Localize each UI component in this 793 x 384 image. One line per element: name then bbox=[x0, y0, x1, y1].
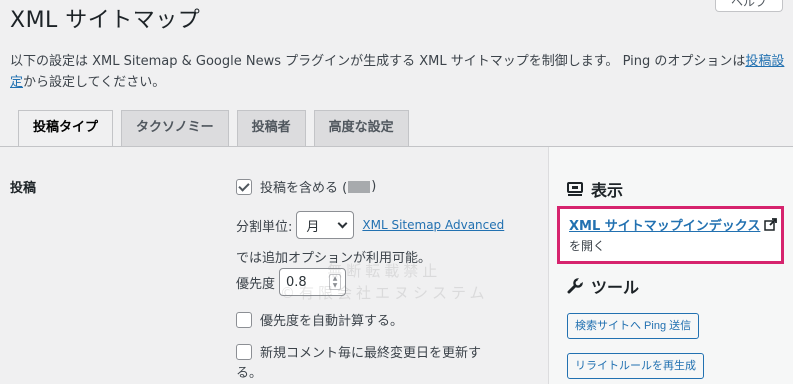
split-option: 分割単位: 月 XML Sitemap Advanced bbox=[236, 211, 504, 239]
update-lastmod-line1: 新規コメント毎に最終変更日を更新す bbox=[260, 346, 482, 361]
tools-heading: ツール bbox=[567, 274, 639, 298]
tab-taxonomies[interactable]: タクソノミー bbox=[121, 110, 229, 146]
intro-text-after: から設定してください。 bbox=[23, 75, 166, 90]
intro-text: 以下の設定は XML Sitemap & Google News プラグインが生… bbox=[10, 51, 793, 93]
screen-icon bbox=[567, 181, 583, 197]
split-select-value: 月 bbox=[306, 219, 320, 235]
tab-authors[interactable]: 投稿者 bbox=[236, 110, 306, 146]
help-tab[interactable]: ヘルプ bbox=[715, 0, 783, 12]
chevron-down-icon bbox=[337, 218, 348, 228]
sitemap-index-highlight: XML サイトマップインデックス を開く bbox=[557, 206, 784, 264]
ping-search-engines-button[interactable]: 検索サイトへ Ping 送信 bbox=[567, 313, 700, 339]
auto-priority-checkbox[interactable] bbox=[236, 311, 252, 328]
page-title: XML サイトマップ bbox=[10, 8, 201, 33]
update-lastmod-checkbox[interactable] bbox=[236, 344, 252, 360]
tab-advanced[interactable]: 高度な設定 bbox=[313, 110, 409, 146]
auto-priority-option[interactable]: 優先度を自動計算する。 bbox=[236, 310, 403, 329]
sidebar: 表示 XML サイトマップインデックス を開く ツール 検索サイトへ Ping … bbox=[548, 147, 793, 384]
regenerate-rewrite-rules-button[interactable]: リライトルールを再生成 bbox=[567, 353, 704, 379]
include-posts-label-before: 投稿を含める ( bbox=[260, 181, 348, 196]
tab-post-types[interactable]: 投稿タイプ bbox=[18, 110, 114, 147]
wrench-icon bbox=[567, 278, 583, 294]
sitemap-index-sub: を開く bbox=[569, 239, 606, 253]
view-heading: 表示 bbox=[567, 177, 623, 201]
sitemap-index-link-text: XML サイトマップインデックス bbox=[569, 219, 761, 234]
include-posts-label-after: ) bbox=[371, 179, 377, 194]
priority-value: 0.8 bbox=[286, 274, 307, 290]
split-select[interactable]: 月 bbox=[296, 211, 355, 239]
redacted-count bbox=[348, 180, 371, 193]
auto-priority-label: 優先度を自動計算する。 bbox=[260, 314, 404, 329]
intro-text-before: 以下の設定は XML Sitemap & Google News プラグインが生… bbox=[10, 54, 746, 69]
external-link-icon bbox=[764, 218, 778, 231]
priority-label: 優先度 bbox=[236, 276, 276, 292]
priority-option: 優先度 0.8 ▲ ▼ bbox=[236, 268, 347, 296]
xml-sitemap-advanced-link[interactable]: XML Sitemap Advanced bbox=[362, 218, 504, 232]
spinner-icon[interactable]: ▲ ▼ bbox=[329, 274, 342, 290]
advanced-note: では追加オプションが利用可能。 bbox=[236, 251, 432, 266]
section-label-posts: 投稿 bbox=[10, 181, 37, 196]
include-posts-checkbox[interactable] bbox=[236, 178, 252, 195]
tools-heading-text: ツール bbox=[591, 278, 640, 297]
priority-input[interactable]: 0.8 ▲ ▼ bbox=[279, 268, 347, 296]
split-label: 分割単位: bbox=[236, 219, 293, 235]
sitemap-index-link[interactable]: XML サイトマップインデックス bbox=[569, 215, 781, 234]
update-lastmod-line2: る。 bbox=[236, 366, 263, 381]
view-heading-text: 表示 bbox=[591, 181, 624, 200]
include-posts-option[interactable]: 投稿を含める () bbox=[236, 177, 376, 196]
update-lastmod-option[interactable]: 新規コメント毎に最終変更日を更新す bbox=[236, 342, 481, 361]
settings-tabs: 投稿タイプ タクソノミー 投稿者 高度な設定 bbox=[18, 110, 417, 147]
